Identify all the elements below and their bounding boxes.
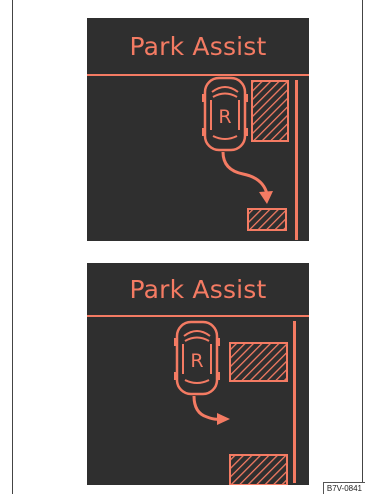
figure-reference-code: B7V-0841 bbox=[322, 482, 365, 494]
car-top-view-icon: R bbox=[174, 320, 220, 396]
hatched-parking-space-icon bbox=[229, 454, 288, 485]
hatched-parking-space-icon bbox=[229, 342, 288, 382]
curved-arrow-icon bbox=[221, 151, 273, 204]
curb-line-icon bbox=[293, 321, 296, 483]
manual-figure-page: Park Assist R Park Assist R B7V-0841 bbox=[0, 0, 365, 494]
park-assist-display-2: Park Assist R bbox=[87, 263, 309, 485]
curved-arrow-icon bbox=[192, 395, 230, 425]
parking-scene-2: R bbox=[174, 320, 296, 485]
gear-indicator: R bbox=[218, 106, 231, 128]
park-assist-display-1: Park Assist R bbox=[87, 18, 309, 241]
target-parking-space-icon bbox=[247, 208, 287, 231]
figure-frame-right-edge bbox=[362, 0, 363, 494]
gear-indicator: R bbox=[190, 350, 203, 372]
curb-line-icon bbox=[295, 80, 298, 240]
car-top-view-icon: R bbox=[202, 76, 248, 152]
hatched-parking-space-icon bbox=[251, 80, 289, 142]
parking-scene-1: R bbox=[202, 76, 298, 240]
